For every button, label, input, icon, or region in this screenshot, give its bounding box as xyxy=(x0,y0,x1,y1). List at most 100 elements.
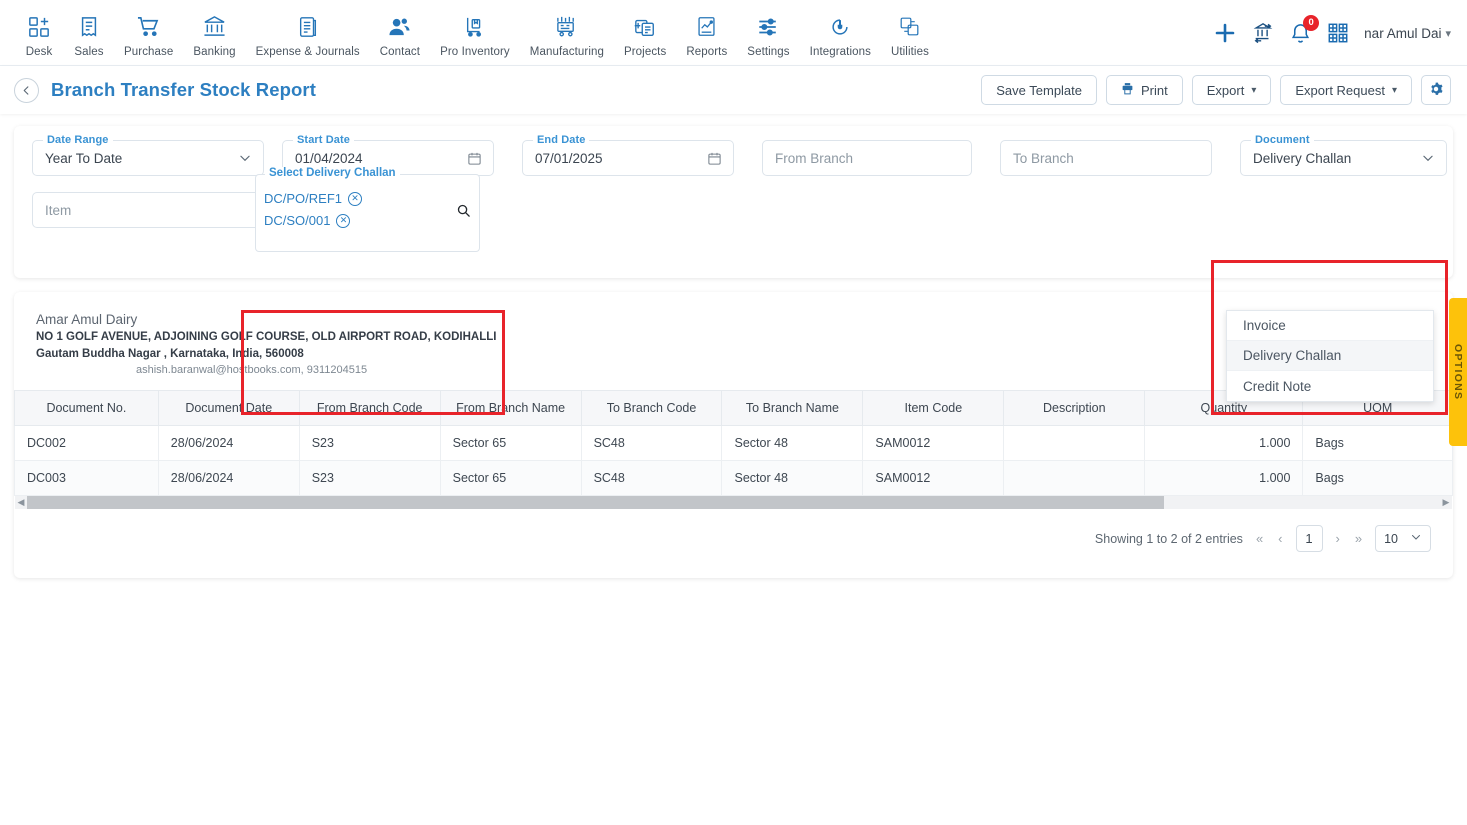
remove-chip-icon[interactable]: ✕ xyxy=(336,213,351,228)
cell-document-date: 28/06/2024 xyxy=(157,460,300,497)
shopping-cart-icon xyxy=(137,12,160,42)
cell-uom: Bags xyxy=(1302,425,1453,462)
report-chart-icon xyxy=(696,12,717,42)
nav-item-pro-inventory[interactable]: Pro Inventory xyxy=(430,8,520,58)
delivery-challan-multiselect[interactable]: Select Delivery Challan DC/PO/REF1 ✕ DC/… xyxy=(255,167,465,252)
calendar-icon[interactable] xyxy=(467,151,482,166)
table-row[interactable]: DC002 28/06/2024 S23 Sector 65 SC48 Sect… xyxy=(14,425,1453,462)
dropdown-option-delivery-challan[interactable]: Delivery Challan xyxy=(1227,341,1433,371)
challan-search-button[interactable] xyxy=(448,174,480,252)
settings-button[interactable] xyxy=(1421,75,1451,105)
nav-item-integrations[interactable]: Integrations xyxy=(800,8,881,58)
export-button[interactable]: Export ▾ xyxy=(1191,75,1272,105)
prev-page-button[interactable]: ‹ xyxy=(1276,531,1284,546)
nav-label-contact: Contact xyxy=(379,45,421,58)
nav-item-sales[interactable]: Sales xyxy=(64,8,114,58)
nav-item-reports[interactable]: Reports xyxy=(676,8,737,58)
cell-document-no: DC002 xyxy=(14,425,159,462)
nav-item-settings[interactable]: Settings xyxy=(737,8,799,58)
col-from-branch-name[interactable]: From Branch Name xyxy=(439,390,582,427)
document-type-select[interactable]: Document Delivery Challan xyxy=(1240,134,1447,176)
report-contact-info: ashish.baranwal@hostbooks.com, 931120451… xyxy=(136,364,368,377)
col-document-no[interactable]: Document No. xyxy=(14,390,159,427)
col-from-branch-code[interactable]: From Branch Code xyxy=(298,390,441,427)
col-description[interactable]: Description xyxy=(1003,390,1146,427)
back-button[interactable] xyxy=(14,77,39,103)
last-page-button[interactable]: » xyxy=(1353,531,1364,546)
nav-label-banking: Banking xyxy=(193,45,236,58)
end-date-value: 07/01/2025 xyxy=(535,150,603,166)
nav-item-banking[interactable]: Banking xyxy=(183,8,245,58)
col-document-date[interactable]: Document Date xyxy=(157,390,300,427)
print-button[interactable]: Print xyxy=(1106,75,1183,105)
plug-power-icon xyxy=(829,12,851,42)
item-input[interactable]: Item xyxy=(32,192,264,228)
from-branch-input[interactable]: From Branch xyxy=(762,140,972,176)
nav-item-purchase[interactable]: Purchase xyxy=(114,8,183,58)
chevron-down-icon: ▾ xyxy=(1445,27,1451,40)
selected-challan-chip: DC/PO/REF1 ✕ xyxy=(264,191,456,206)
magnifier-icon xyxy=(456,203,471,223)
bank-transfer-icon[interactable] xyxy=(1252,22,1274,44)
cell-item-code: SAM0012 xyxy=(862,425,1005,462)
cell-from-branch-name: Sector 65 xyxy=(439,460,582,497)
nav-label-settings: Settings xyxy=(747,45,790,58)
scrollbar-track[interactable] xyxy=(27,496,1440,510)
cell-to-branch-code: SC48 xyxy=(580,425,723,462)
nav-item-manufacturing[interactable]: Manufacturing xyxy=(520,8,614,58)
nav-item-projects[interactable]: Projects xyxy=(614,8,676,58)
nav-item-expense-journals[interactable]: Expense & Journals xyxy=(246,8,370,58)
top-nav-items: Desk Sales Purchase Banking Expense & Jo… xyxy=(14,8,939,58)
table-horizontal-scrollbar[interactable]: ◀ ▶ xyxy=(15,496,1452,510)
notification-bell-icon[interactable]: 0 xyxy=(1289,14,1320,45)
end-date-input[interactable]: End Date 07/01/2025 xyxy=(522,134,734,176)
cell-from-branch-code: S23 xyxy=(298,460,441,497)
save-template-button[interactable]: Save Template xyxy=(981,75,1098,105)
scrollbar-thumb[interactable] xyxy=(27,496,1165,510)
page-header-actions: Save Template Print Export ▾ Export Requ… xyxy=(981,75,1451,105)
current-page-button[interactable]: 1 xyxy=(1295,525,1323,553)
col-item-code[interactable]: Item Code xyxy=(862,390,1005,427)
report-filter-panel: Date Range Year To Date Start Date 01/04… xyxy=(14,126,1453,278)
table-row[interactable]: DC003 28/06/2024 S23 Sector 65 SC48 Sect… xyxy=(14,460,1453,497)
nav-label-expense-journals: Expense & Journals xyxy=(255,45,360,58)
date-range-legend: Date Range xyxy=(43,134,113,146)
cell-from-branch-name: Sector 65 xyxy=(439,425,582,462)
nav-label-purchase: Purchase xyxy=(124,45,174,58)
table-pagination: Showing 1 to 2 of 2 entries « ‹ 1 › » 10 xyxy=(14,509,1453,570)
start-date-value: 01/04/2024 xyxy=(295,150,363,166)
cell-from-branch-code: S23 xyxy=(298,425,441,462)
dropdown-option-credit-note[interactable]: Credit Note xyxy=(1227,371,1433,401)
nav-item-contact[interactable]: Contact xyxy=(370,8,430,58)
user-menu[interactable]: nar Amul Dai ▾ xyxy=(1364,26,1451,41)
people-icon xyxy=(388,12,411,42)
options-tab-label: OPTIONS xyxy=(1452,343,1464,401)
top-nav-right-actions: 0 nar Amul Dai ▾ xyxy=(1213,0,1451,66)
page-size-select[interactable]: 10 xyxy=(1375,525,1431,553)
to-branch-input[interactable]: To Branch xyxy=(1000,140,1212,176)
col-to-branch-code[interactable]: To Branch Code xyxy=(580,390,723,427)
start-date-legend: Start Date xyxy=(293,134,354,146)
cell-to-branch-name: Sector 48 xyxy=(721,460,864,497)
first-page-button[interactable]: « xyxy=(1254,531,1265,546)
cell-quantity: 1.000 xyxy=(1144,460,1304,497)
next-page-button[interactable]: › xyxy=(1334,531,1342,546)
col-to-branch-name[interactable]: To Branch Name xyxy=(721,390,864,427)
dropdown-option-invoice[interactable]: Invoice xyxy=(1227,311,1433,341)
page-header-bar: Branch Transfer Stock Report Save Templa… xyxy=(0,66,1467,114)
scroll-left-arrow-icon[interactable]: ◀ xyxy=(15,497,27,508)
options-side-tab[interactable]: OPTIONS xyxy=(1449,298,1467,446)
date-range-select[interactable]: Date Range Year To Date xyxy=(32,134,264,176)
scroll-right-arrow-icon[interactable]: ▶ xyxy=(1440,497,1452,508)
chip-label: DC/PO/REF1 xyxy=(264,191,343,206)
save-template-label: Save Template xyxy=(996,82,1083,98)
calendar-icon[interactable] xyxy=(707,151,722,166)
remove-chip-icon[interactable]: ✕ xyxy=(348,191,363,206)
hand-truck-icon xyxy=(464,12,486,42)
plus-icon[interactable] xyxy=(1213,21,1237,45)
nav-item-desk[interactable]: Desk xyxy=(14,8,64,58)
apps-grid-icon[interactable] xyxy=(1327,22,1349,44)
export-request-button[interactable]: Export Request ▾ xyxy=(1280,75,1412,105)
page-title: Branch Transfer Stock Report xyxy=(51,79,316,100)
nav-item-utilities[interactable]: Utilities xyxy=(881,8,939,58)
